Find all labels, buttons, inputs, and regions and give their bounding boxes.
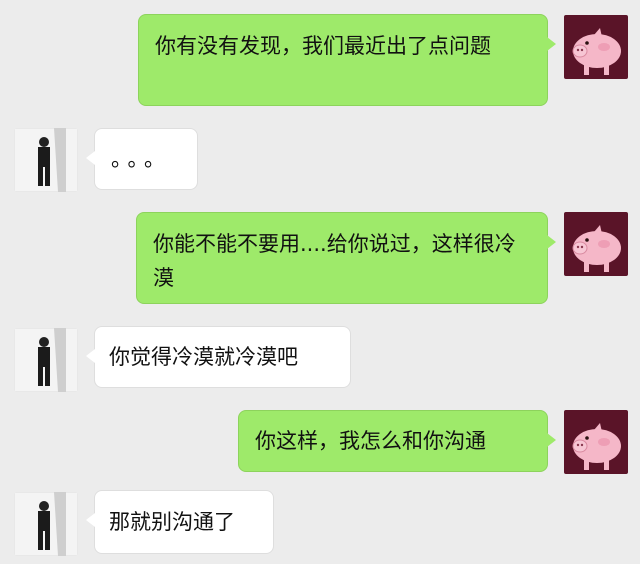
pig-icon[interactable] [564,212,628,276]
message-row: 你觉得冷漠就冷漠吧 [0,326,640,392]
message-bubble-received[interactable]: 。。。 [86,128,198,190]
message-bubble-sent[interactable]: 你这样，我怎么和你沟通 [238,410,556,472]
message-row: 你能不能不要用....给你说过，这样很冷漠 [0,210,640,306]
message-bubble-received[interactable]: 那就别沟通了 [86,490,274,554]
message-text: 你觉得冷漠就冷漠吧 [109,345,298,369]
message-text: 你能不能不要用....给你说过，这样很冷漠 [153,232,516,290]
person-photo-icon[interactable] [14,328,78,392]
pig-icon[interactable] [564,410,628,474]
message-text: 你这样，我怎么和你沟通 [255,429,486,453]
message-bubble-received[interactable]: 你觉得冷漠就冷漠吧 [86,326,351,388]
message-text: 。。。 [111,147,171,171]
message-row: 你有没有发现，我们最近出了点问题 [0,12,640,108]
person-photo-icon[interactable] [14,492,78,556]
message-bubble-sent[interactable]: 你有没有发现，我们最近出了点问题 [138,14,556,106]
message-text: 你有没有发现，我们最近出了点问题 [155,34,491,58]
message-text: 那就别沟通了 [109,510,235,534]
person-photo-icon[interactable] [14,128,78,192]
pig-icon[interactable] [564,15,628,79]
message-row: 你这样，我怎么和你沟通 [0,408,640,474]
message-row: 那就别沟通了 [0,490,640,556]
message-bubble-sent[interactable]: 你能不能不要用....给你说过，这样很冷漠 [136,212,556,304]
message-row: 。。。 [0,128,640,192]
